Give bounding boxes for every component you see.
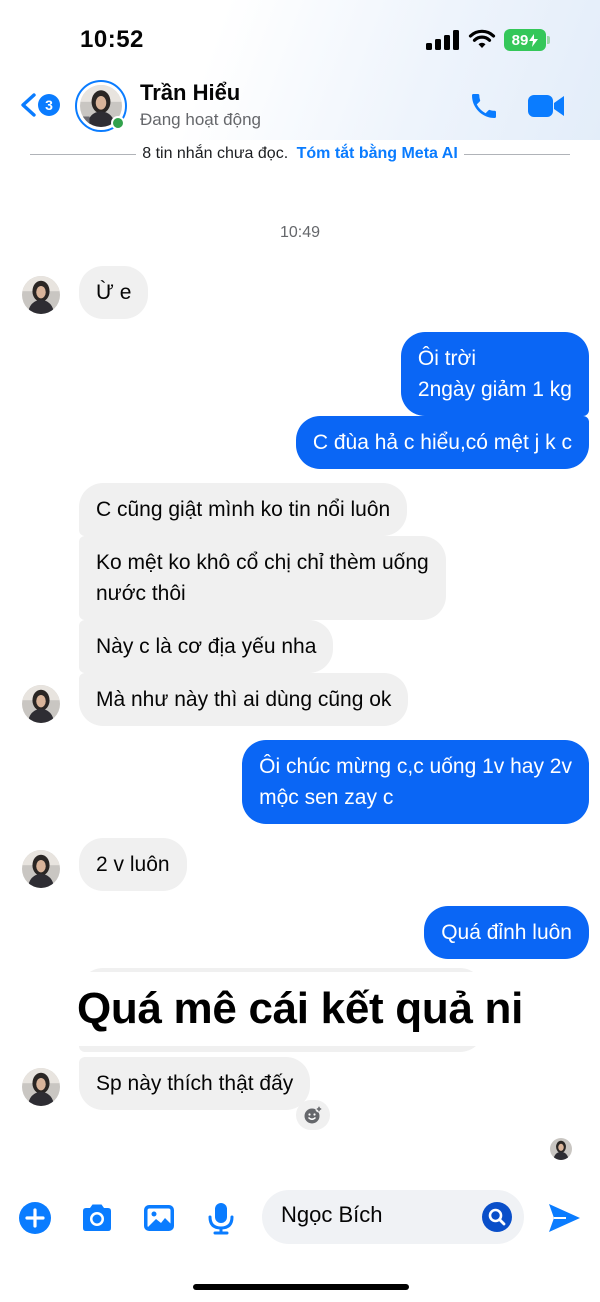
sender-avatar[interactable] [22,850,60,888]
video-call-icon[interactable] [527,92,565,120]
message-text: Này c là cơ địa yếu nha [96,635,317,658]
microphone-icon[interactable] [204,1201,238,1235]
message-text: C cũng giật mình ko tin nổi luôn [96,498,391,521]
meta-ai-summary-link[interactable]: Tóm tắt bằng Meta AI [297,145,458,162]
charging-bolt-icon [529,33,539,47]
camera-icon[interactable] [80,1201,114,1235]
message-input-text: Ngọc Bích [281,1202,383,1227]
battery-tip [547,36,550,44]
message-text: Sp này thích thật đấy [96,1072,294,1095]
message-text-line: Ôi chúc mừng c,c uống 1v hay 2v [259,755,572,778]
read-receipt-avatar [550,1138,572,1160]
message-text: 2 v luôn [96,853,170,876]
unread-count-text: 8 tin nhắn chưa đọc. [142,145,289,162]
sender-avatar[interactable] [22,276,60,314]
person-photo-icon [550,1138,572,1160]
plus-icon[interactable] [18,1201,52,1235]
sender-avatar[interactable] [22,685,60,723]
message-text-line: 2ngày giảm 1 kg [417,378,572,401]
overlay-caption: Quá mê cái kết quả ni [0,972,600,1046]
home-indicator [193,1284,409,1290]
message-bubble-outgoing[interactable]: Ôi trời 2ngày giảm 1 kg [400,332,589,416]
person-photo-icon [22,850,60,888]
message-bubble-incoming[interactable]: Ừ e [79,266,149,319]
battery-level: 89 [511,31,529,49]
message-text-line: mộc sen zay c [259,786,394,809]
message-text: Mà như này thì ai dùng cũng ok [96,688,392,711]
message-text-line: Ôi trời [417,347,476,370]
person-photo-icon [22,1068,60,1106]
message-text-line: Ko mệt ko khô cổ chị chỉ thèm uống [96,551,429,574]
contact-status: Đang hoạt động [140,110,261,129]
battery-indicator: 89 [504,29,546,51]
wifi-icon [468,29,496,48]
message-bubble-incoming[interactable]: Ko mệt ko khô cổ chị chỉ thèm uống nước … [79,536,446,620]
message-bubble-outgoing[interactable]: Quá đỉnh luôn [424,906,589,959]
message-bubble-incoming[interactable]: 2 v luôn [79,838,187,891]
message-text-line: nước thôi [96,582,186,605]
back-chevron-icon[interactable] [18,92,40,118]
message-bubble-outgoing[interactable]: Ôi chúc mừng c,c uống 1v hay 2v mộc sen … [242,740,589,824]
send-icon[interactable] [546,1200,582,1236]
message-bubble-outgoing[interactable]: C đùa hả c hiểu,có mệt j k c [295,416,589,469]
message-bubble-incoming[interactable]: C cũng giật mình ko tin nổi luôn [79,483,408,536]
message-text: Ừ e [96,281,132,304]
sender-avatar[interactable] [22,1068,60,1106]
search-icon[interactable] [481,1201,513,1233]
photo-gallery-icon[interactable] [142,1201,176,1235]
divider [463,153,570,155]
unread-count-badge[interactable]: 3 [38,94,60,116]
contact-name[interactable]: Trần Hiểu [140,80,240,106]
phone-call-icon[interactable] [468,90,500,122]
status-time: 10:52 [80,26,144,53]
divider [30,153,137,155]
message-text: Quá đỉnh luôn [441,921,572,944]
message-bubble-incoming[interactable]: Sp này thích thật đấy [79,1057,311,1110]
online-status-dot [111,116,125,130]
message-text: C đùa hả c hiểu,có mệt j k c [312,431,572,454]
unread-messages-banner: 8 tin nhắn chưa đọc. Tóm tắt bằng Meta A… [30,140,570,168]
message-bubble-incoming[interactable]: Mà như này thì ai dùng cũng ok [79,673,409,726]
message-bubble-incoming[interactable]: Này c là cơ địa yếu nha [79,620,334,673]
add-reaction-button[interactable] [296,1100,330,1130]
person-photo-icon [22,685,60,723]
message-timestamp: 10:49 [279,224,321,241]
person-photo-icon [22,276,60,314]
smiley-plus-icon [304,1105,323,1124]
cellular-signal-icon [426,30,459,50]
